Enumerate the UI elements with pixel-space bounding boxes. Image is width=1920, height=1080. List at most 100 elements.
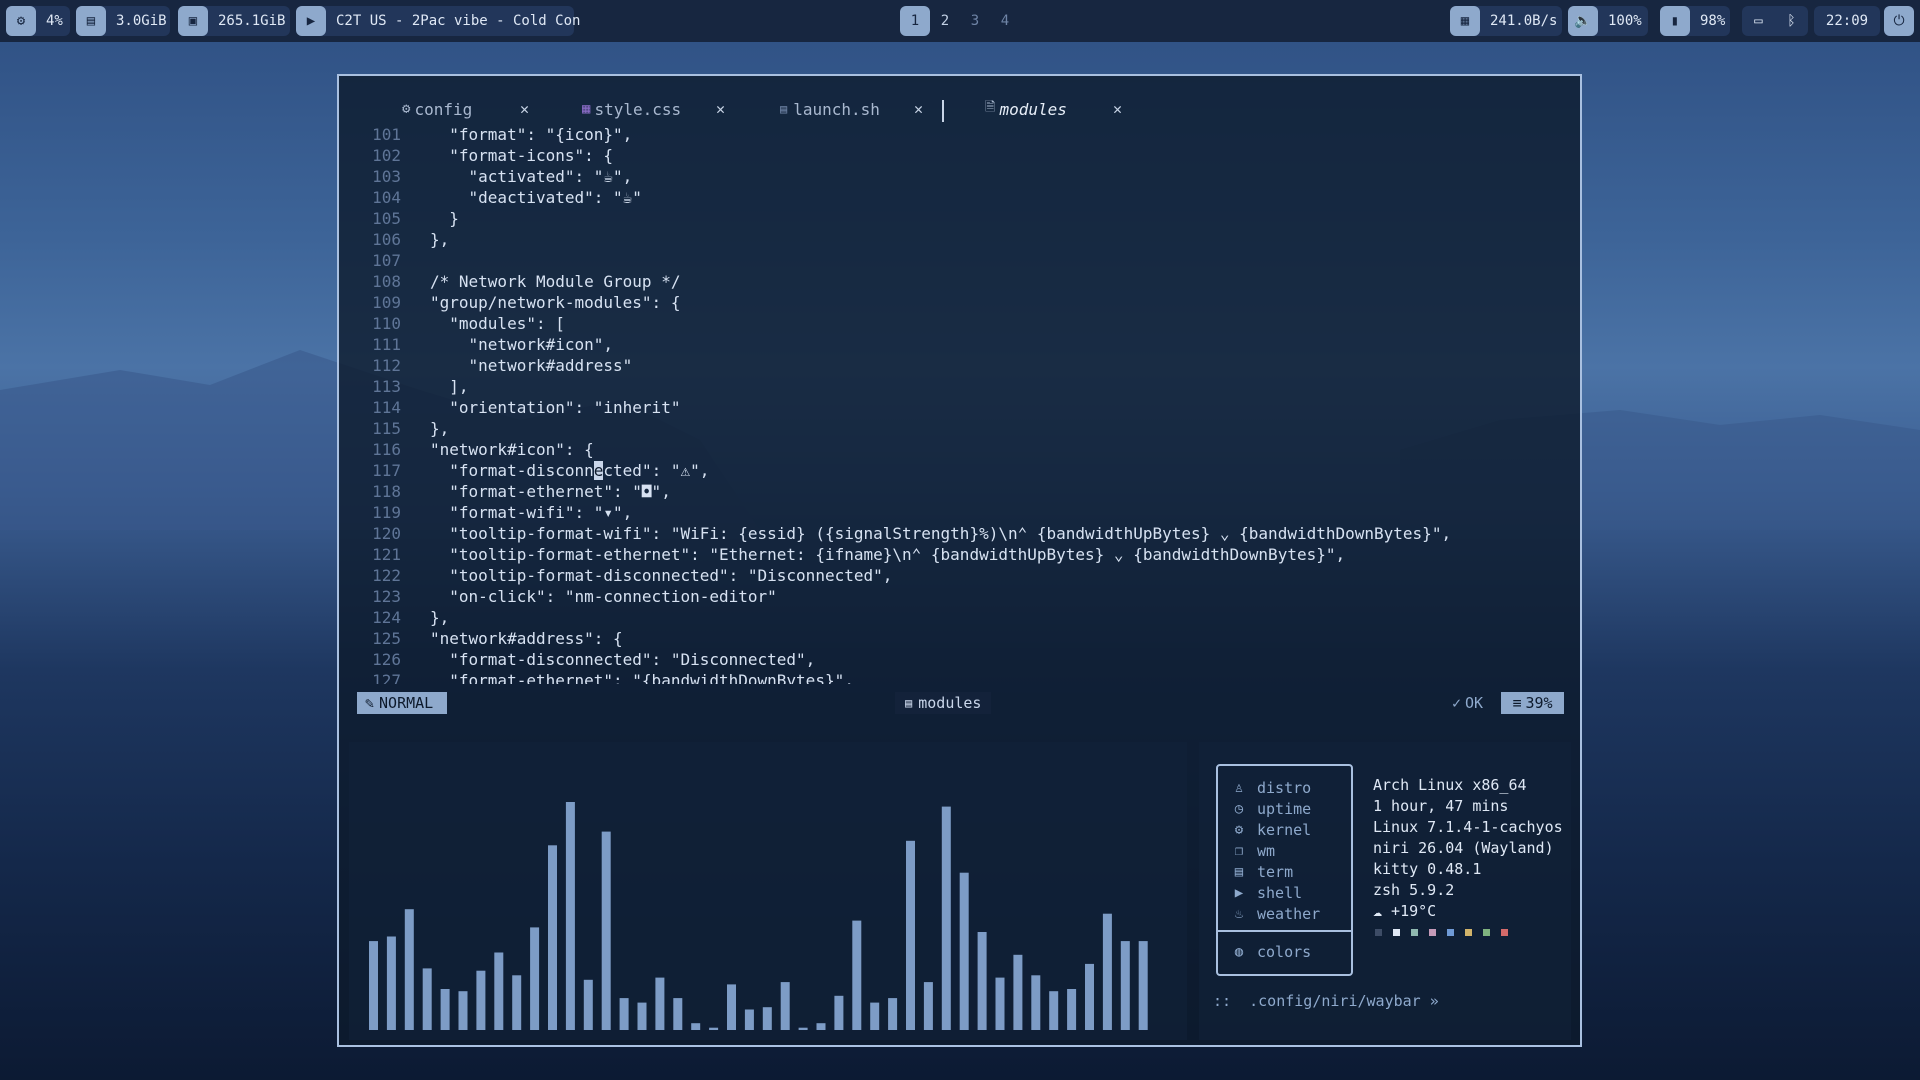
code-line[interactable]: 101 "format": "{icon}", — [339, 124, 1579, 145]
code-line[interactable]: 119 "format-wifi": "▾", — [339, 502, 1579, 523]
pencil-icon: ✎ — [365, 694, 375, 712]
status-line: ✎ NORMAL ▤ modules ✓ OK ≡ 39% — [339, 692, 1580, 714]
code-text: "activated": "☕", — [430, 167, 633, 186]
tab-launch-sh[interactable]: ▤ launch.sh ✕ — [780, 96, 923, 122]
workspace-2[interactable]: 2 — [930, 6, 960, 36]
tab-modules[interactable]: 🗎 modules ✕ — [985, 96, 1122, 122]
clock-icon: ◷ — [1234, 800, 1244, 817]
code-line[interactable]: 118 "format-ethernet": "◘", — [339, 481, 1579, 502]
code-line[interactable]: 107 — [339, 250, 1579, 271]
terminal-window[interactable]: ⚙ config ✕ ▦ style.css ✕ ▤ launch.sh ✕ 🗎… — [337, 74, 1582, 1047]
code-line[interactable]: 113 ], — [339, 376, 1579, 397]
code-line[interactable]: 117 "format-disconnected": "⚠", — [339, 460, 1579, 481]
code-line[interactable]: 126 "format-disconnected": "Disconnected… — [339, 649, 1579, 670]
disk-module[interactable]: ▣ 265.1GiB — [178, 6, 290, 36]
code-line[interactable]: 122 "tooltip-format-disconnected": "Disc… — [339, 565, 1579, 586]
memory-module[interactable]: ▤ 3.0GiB — [76, 6, 170, 36]
tab-label: config — [414, 99, 473, 119]
power-icon[interactable]: ⏻ — [1884, 6, 1914, 36]
line-number: 116 — [372, 440, 401, 459]
code-text: /* Network Module Group */ — [430, 272, 681, 291]
workspace-1[interactable]: 1 — [900, 6, 930, 36]
code-line[interactable]: 106}, — [339, 229, 1579, 250]
close-icon[interactable]: ✕ — [520, 100, 529, 118]
code-line[interactable]: 114 "orientation": "inherit" — [339, 397, 1579, 418]
visualizer-bar — [565, 802, 575, 1030]
line-number: 123 — [372, 587, 401, 606]
code-line[interactable]: 109 "group/network-modules": { — [339, 292, 1579, 313]
color-swatch — [1411, 929, 1418, 936]
shell-prompt[interactable]: :: .config/niri/waybar » — [1213, 992, 1439, 1010]
visualizer-bar — [941, 806, 951, 1030]
code-line[interactable]: 112 "network#address" — [339, 355, 1579, 376]
display-icon[interactable]: ▭ — [1754, 13, 1762, 29]
code-line[interactable]: 105 } — [339, 208, 1579, 229]
media-module[interactable]: ▶ C2T US - 2Pac vibe - Cold Con — [296, 6, 580, 36]
code-text: "on-click": "nm-connection-editor" — [430, 587, 777, 606]
bluetooth-icon[interactable]: ᛒ — [1787, 13, 1795, 29]
line-number: 104 — [372, 188, 401, 207]
code-line[interactable]: 115}, — [339, 418, 1579, 439]
code-line[interactable]: 127 "format-ethernet": "{bandwidthDownBy… — [339, 670, 1579, 684]
cpu-module[interactable]: ⚙ 4% — [6, 6, 70, 36]
fetch-value-kernel: Linux 7.1.4-1-cachyos — [1373, 818, 1563, 836]
line-number: 106 — [372, 230, 401, 249]
workspace-3[interactable]: 3 — [960, 6, 990, 36]
network-module[interactable]: ▦ 241.0B/s — [1450, 6, 1562, 36]
line-number: 122 — [372, 566, 401, 585]
play-icon[interactable]: ▶ — [296, 6, 326, 36]
code-line[interactable]: 121 "tooltip-format-ethernet": "Ethernet… — [339, 544, 1579, 565]
visualizer-bar — [422, 968, 432, 1030]
line-number: 103 — [372, 167, 401, 186]
visualizer-bar — [852, 920, 862, 1030]
code-line[interactable]: 116 "network#icon": { — [339, 439, 1579, 460]
fetch-value-uptime: 1 hour, 47 mins — [1373, 797, 1509, 815]
fetch-key: shell — [1257, 883, 1303, 902]
volume-module[interactable]: 🔈 100% — [1568, 6, 1648, 36]
workspace-4[interactable]: 4 — [990, 6, 1020, 36]
fetch-key: wm — [1257, 841, 1276, 860]
volume-icon: 🔈 — [1568, 6, 1598, 36]
code-line[interactable]: 124}, — [339, 607, 1579, 628]
fetch-key: weather — [1257, 904, 1321, 923]
code-line[interactable]: 120 "tooltip-format-wifi": "WiFi: {essid… — [339, 523, 1579, 544]
close-icon[interactable]: ✕ — [716, 100, 725, 118]
line-number: 125 — [372, 629, 401, 648]
fetch-key: uptime — [1257, 799, 1312, 818]
visualizer-bar — [619, 998, 629, 1030]
code-line[interactable]: 103 "activated": "☕", — [339, 166, 1579, 187]
code-line[interactable]: 108 /* Network Module Group */ — [339, 271, 1579, 292]
visualizer-bar — [386, 936, 396, 1030]
tab-config[interactable]: ⚙ config ✕ — [402, 96, 529, 122]
code-line[interactable]: 104 "deactivated": "☕" — [339, 187, 1579, 208]
code-text: "network#address": { — [430, 629, 623, 648]
code-text: "format-ethernet": "◘", — [430, 482, 671, 501]
power-module[interactable]: ⏻ — [1884, 6, 1914, 36]
code-line[interactable]: 111 "network#icon", — [339, 334, 1579, 355]
visualizer-bar — [673, 998, 683, 1030]
code-text: "format": "{icon}", — [430, 125, 633, 144]
tab-label: style.css — [594, 99, 682, 119]
code-area[interactable]: 101 "format": "{icon}", 102 "format-icons… — [339, 124, 1580, 684]
line-number: 101 — [372, 125, 401, 144]
code-line[interactable]: 125 "network#address": { — [339, 628, 1579, 649]
line-number: 110 — [372, 314, 401, 333]
top-bar: ⚙ 4% ▤ 3.0GiB ▣ 265.1GiB ▶ C2T US - 2Pac… — [0, 0, 1920, 42]
code-line[interactable]: 123 "on-click": "nm-connection-editor" — [339, 586, 1579, 607]
line-number: 127 — [372, 671, 401, 684]
close-icon[interactable]: ✕ — [914, 100, 923, 118]
code-line[interactable]: 102 "format-icons": { — [339, 145, 1579, 166]
line-number: 120 — [372, 524, 401, 543]
visualizer-bar — [727, 984, 736, 1030]
code-text: } — [430, 209, 459, 228]
visualizer-bar — [494, 952, 504, 1030]
code-line[interactable]: 110 "modules": [ — [339, 313, 1579, 334]
tab-style-css[interactable]: ▦ style.css ✕ — [582, 96, 725, 122]
fetch-row-kernel: ⚙ kernel — [1230, 819, 1311, 840]
code-text: "orientation": "inherit" — [430, 398, 681, 417]
visualizer-bar — [1102, 913, 1112, 1030]
battery-module[interactable]: ▮ 98% — [1660, 6, 1730, 36]
close-icon[interactable]: ✕ — [1113, 100, 1122, 118]
divider — [1218, 930, 1351, 932]
clock-module[interactable]: 22:09 — [1814, 6, 1880, 36]
